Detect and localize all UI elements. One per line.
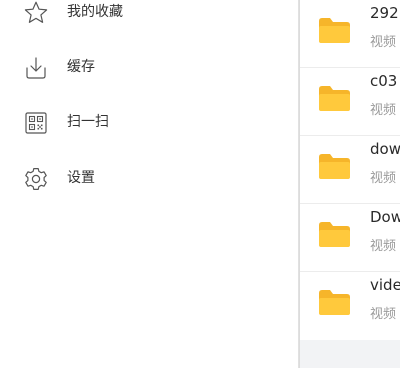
file-name: dow — [370, 140, 400, 158]
folder-icon — [319, 290, 350, 315]
folder-icon — [319, 154, 350, 179]
folder-icon — [319, 18, 350, 43]
file-meta: 视频 — [370, 239, 397, 254]
menu-item-settings[interactable]: 设置 — [0, 158, 298, 198]
menu-item-label: 设置 — [67, 170, 95, 186]
file-list-panel: 292 视频 c03 视频 dow 视频 Dow 视频 vide 视频 — [300, 0, 400, 368]
navigation-drawer: 我的收藏 缓存 扫一扫 设置 — [0, 0, 298, 368]
file-name: vide — [370, 276, 400, 294]
file-name: Dow — [370, 208, 400, 226]
folder-icon — [319, 86, 350, 111]
file-name: c03 — [370, 72, 398, 90]
menu-item-label: 缓存 — [67, 59, 95, 75]
file-meta: 视频 — [370, 35, 397, 50]
gear-icon — [25, 168, 47, 190]
file-meta: 视频 — [370, 103, 397, 118]
menu-item-label: 我的收藏 — [67, 4, 123, 20]
download-icon — [26, 57, 46, 79]
qr-code-icon — [25, 112, 47, 134]
file-row[interactable]: Dow 视频 — [300, 204, 400, 272]
star-icon — [24, 1, 48, 23]
menu-item-label: 扫一扫 — [67, 114, 109, 130]
file-list: 292 视频 c03 视频 dow 视频 Dow 视频 vide 视频 — [300, 0, 400, 340]
file-row[interactable]: c03 视频 — [300, 68, 400, 136]
menu-item-scan[interactable]: 扫一扫 — [0, 102, 298, 142]
file-meta: 视频 — [370, 171, 397, 186]
file-row[interactable]: dow 视频 — [300, 136, 400, 204]
file-row[interactable]: 292 视频 — [300, 0, 400, 68]
folder-icon — [319, 222, 350, 247]
file-row[interactable]: vide 视频 — [300, 272, 400, 340]
file-name: 292 — [370, 4, 399, 22]
menu-item-favorites[interactable]: 我的收藏 — [0, 0, 298, 32]
file-meta: 视频 — [370, 307, 397, 322]
menu-item-cache[interactable]: 缓存 — [0, 47, 298, 87]
